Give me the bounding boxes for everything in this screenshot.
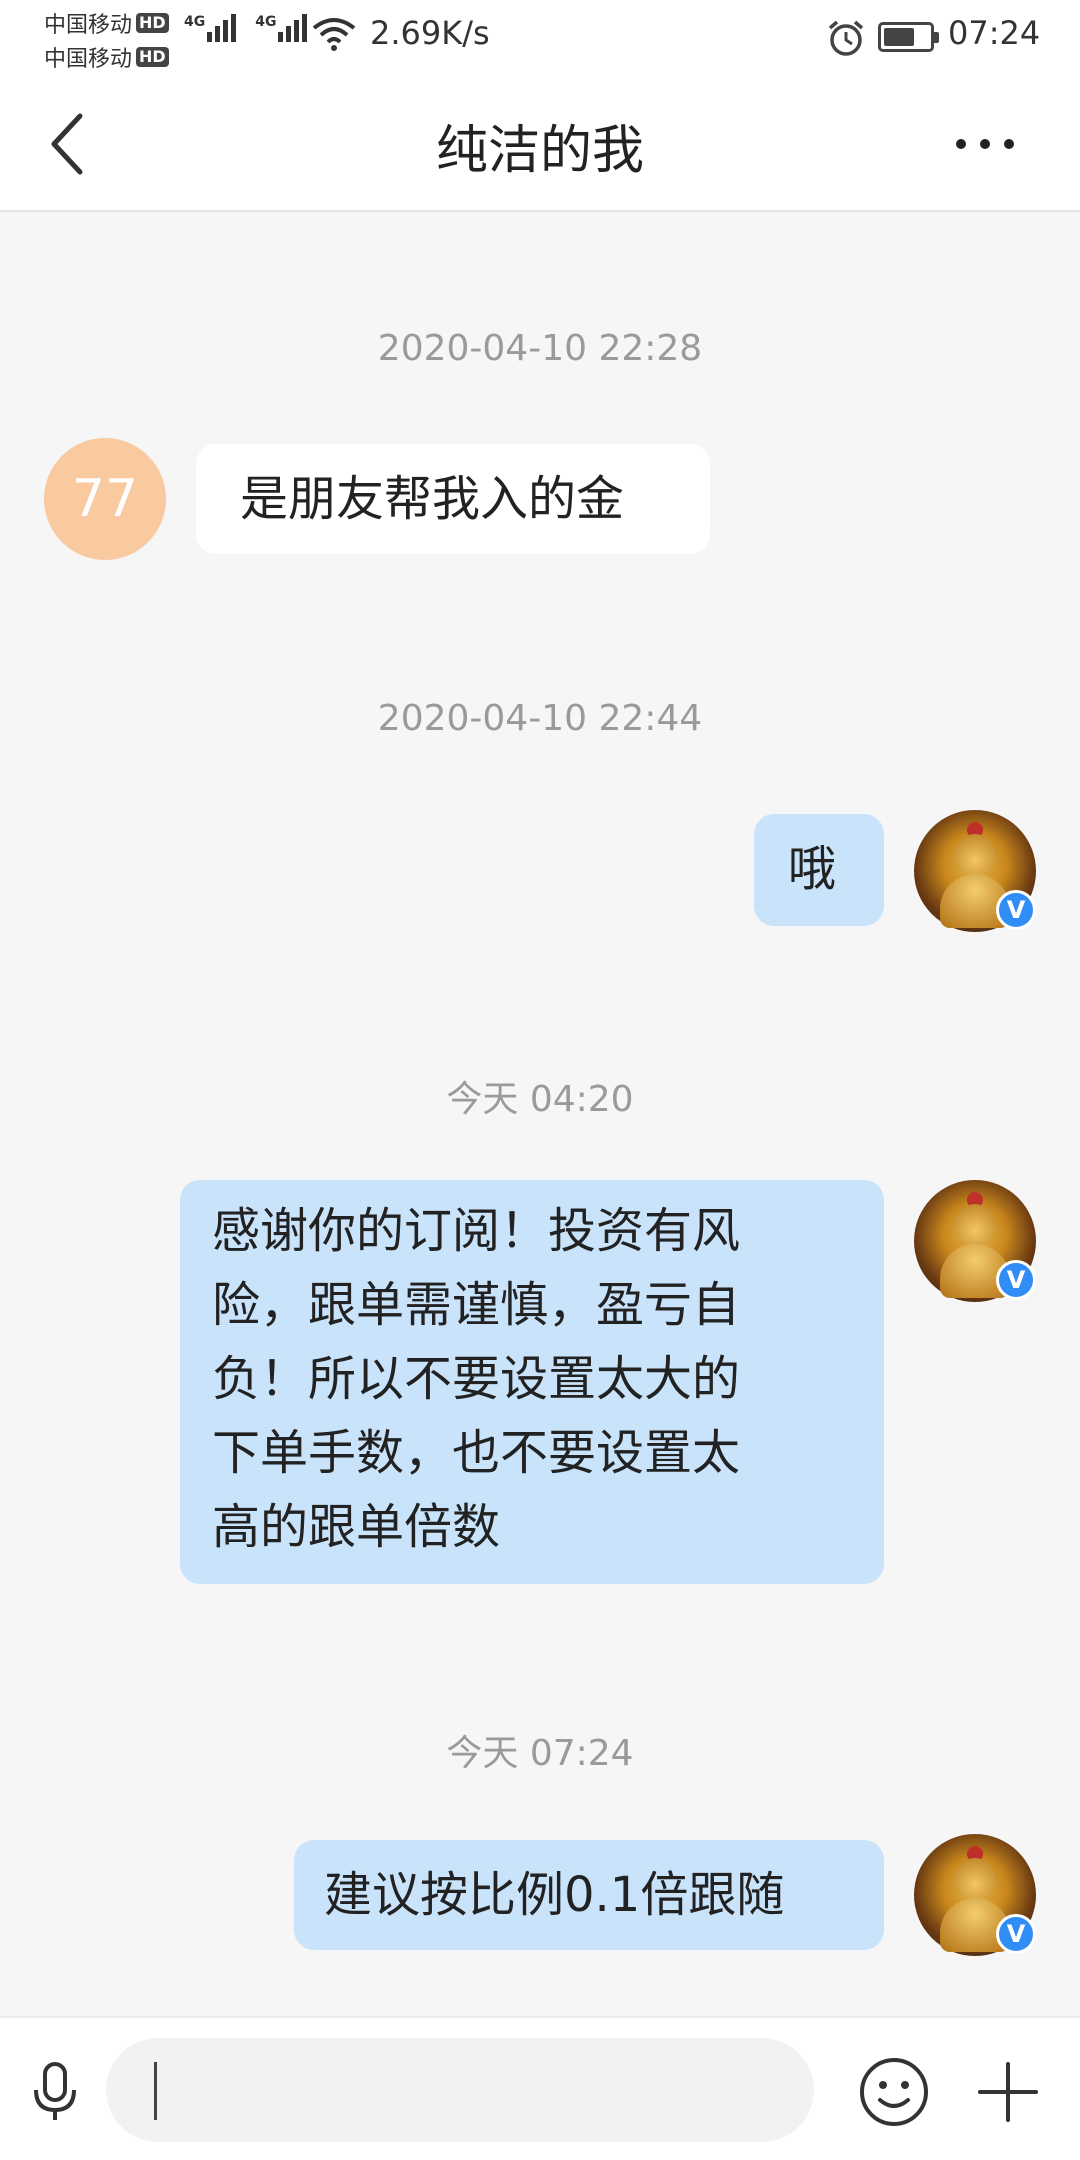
message-timestamp: 今天 04:20 [446, 1079, 634, 1120]
carrier-name-2: 中国移动 [44, 47, 133, 72]
message-bubble-outgoing[interactable]: 感谢你的订阅！投资有风 险，跟单需谨慎，盈亏自 负！所以不要设置太大的 下单手数… [180, 1180, 884, 1584]
avatar-detail [955, 1858, 995, 1902]
clock: 07:24 [948, 14, 1041, 52]
voice-button[interactable] [22, 2054, 88, 2130]
network-type-2: 4G [255, 14, 277, 30]
network-speed: 2.69K/s [370, 14, 490, 52]
signal-strength-2: 4G [255, 14, 310, 42]
more-actions-button[interactable] [970, 2054, 1046, 2130]
message-line: 下单手数，也不要设置太 [212, 1425, 741, 1481]
message-line: 感谢你的订阅！投资有风 [212, 1203, 741, 1259]
alarm-icon [828, 20, 864, 56]
input-bar [0, 2016, 1080, 2160]
avatar-detail [955, 1204, 995, 1248]
message-bubble-outgoing[interactable]: 建议按比例0.1倍跟随 [294, 1840, 884, 1950]
emoji-button[interactable] [856, 2054, 932, 2130]
verified-badge-icon: V [996, 890, 1036, 930]
hd-badge-2: HD [136, 47, 169, 67]
wifi-icon [312, 18, 356, 51]
verified-badge-icon: V [996, 1260, 1036, 1300]
message-line: 高的跟单倍数 [212, 1499, 501, 1555]
plus-icon [978, 2062, 1038, 2122]
message-bubble-outgoing[interactable]: 哦 [754, 814, 884, 926]
signal-strength-1: 4G [184, 14, 239, 42]
contact-avatar[interactable]: 77 [44, 438, 166, 560]
hd-badge-1: HD [136, 13, 169, 33]
more-dot [980, 139, 990, 149]
chevron-left-icon [51, 113, 83, 175]
message-timestamp: 2020-04-10 22:28 [377, 328, 703, 369]
message-bubble-incoming[interactable]: 是朋友帮我入的金 [196, 444, 710, 554]
self-avatar[interactable]: V [914, 1180, 1036, 1302]
carrier-block: 中国移动 HD 中国移动 HD [44, 6, 169, 74]
carrier-name-1: 中国移动 [44, 13, 133, 38]
status-bar: 中国移动 HD 中国移动 HD 4G 4G 2.69K/s 07:24 [0, 0, 1080, 76]
self-avatar[interactable]: V [914, 1834, 1036, 1956]
emoji-icon [860, 2058, 928, 2126]
message-timestamp: 今天 07:24 [446, 1733, 634, 1774]
battery-icon [878, 22, 939, 52]
microphone-icon [34, 2062, 76, 2120]
verified-badge-icon: V [996, 1914, 1036, 1954]
message-line: 负！所以不要设置太大的 [212, 1351, 741, 1407]
text-cursor [154, 2062, 157, 2120]
avatar-detail [955, 834, 995, 878]
message-line: 险，跟单需谨慎，盈亏自 [212, 1277, 741, 1333]
back-button[interactable] [36, 106, 96, 182]
more-options-button[interactable] [940, 112, 1030, 176]
signal-icon: 4G 4G [184, 14, 310, 42]
page-title: 纯洁的我 [435, 121, 644, 181]
chat-header: 纯洁的我 [0, 76, 1080, 212]
message-input[interactable] [106, 2038, 814, 2142]
more-dot [1004, 139, 1014, 149]
self-avatar[interactable]: V [914, 810, 1036, 932]
more-dots-icon [956, 139, 966, 149]
network-type-1: 4G [184, 14, 206, 30]
message-timestamp: 2020-04-10 22:44 [377, 698, 703, 739]
